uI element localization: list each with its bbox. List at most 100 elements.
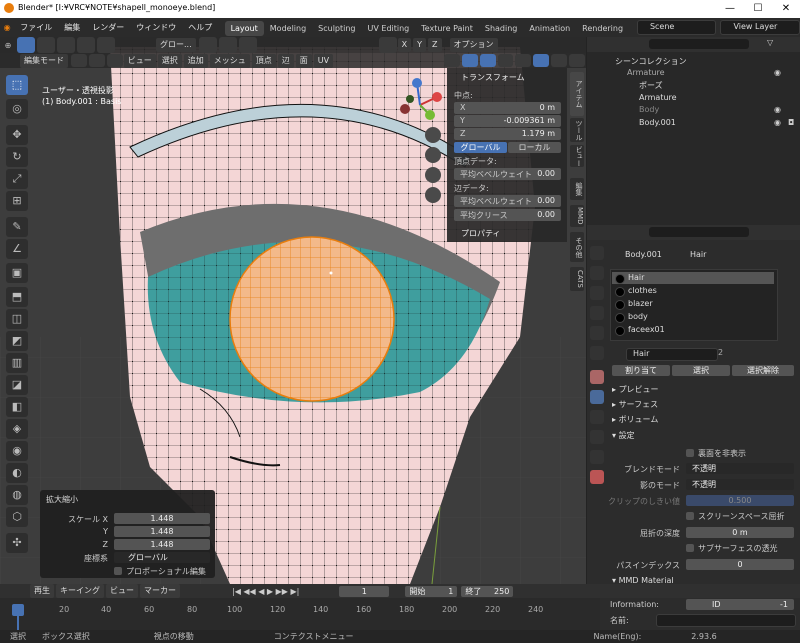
- menu-file[interactable]: ファイル: [14, 18, 58, 37]
- section-settings[interactable]: ▾ 設定: [612, 430, 635, 441]
- proportional-checkbox[interactable]: [114, 567, 122, 575]
- menu-render[interactable]: レンダー: [86, 18, 130, 37]
- outliner-item-body[interactable]: Body: [639, 105, 659, 114]
- scene-collection[interactable]: シーンコレクション: [615, 56, 687, 67]
- id-field[interactable]: ID -1: [686, 599, 794, 610]
- list-item[interactable]: blazer: [612, 298, 774, 310]
- mirror-icon[interactable]: [378, 37, 397, 53]
- poly-build-tool-icon[interactable]: ◧: [6, 397, 28, 417]
- menu-select[interactable]: 選択: [157, 53, 182, 68]
- playback-menu[interactable]: 再生: [30, 584, 54, 598]
- filter-icon[interactable]: ▽: [767, 38, 773, 47]
- scene-tab-icon[interactable]: [590, 326, 604, 340]
- edge-slide-tool-icon[interactable]: ◐: [6, 463, 28, 483]
- view-menu[interactable]: ビュー: [106, 584, 138, 598]
- loop-cut-tool-icon[interactable]: ▥: [6, 353, 28, 373]
- orientation-dropdown[interactable]: グローバル: [114, 552, 210, 563]
- perspective-icon[interactable]: [425, 187, 441, 203]
- eye-icon[interactable]: ◉: [774, 68, 781, 77]
- tab-view[interactable]: ビュー: [570, 145, 584, 167]
- vertex-bevel-field[interactable]: 平均ベベルウェイト 0.00: [454, 168, 561, 180]
- options-menu[interactable]: オプション: [449, 38, 498, 52]
- outliner-item-body001[interactable]: Body.001: [639, 118, 676, 127]
- tab-other[interactable]: その他: [570, 232, 584, 262]
- minimize-button[interactable]: —: [716, 0, 744, 18]
- extrude-tool-icon[interactable]: ⬒: [6, 287, 28, 307]
- clip-threshold-field[interactable]: 0.500: [686, 495, 794, 506]
- section-surface[interactable]: ▸ サーフェス: [612, 399, 658, 410]
- shear-tool-icon[interactable]: ⬡: [6, 507, 28, 527]
- particles-tab-icon[interactable]: [590, 410, 604, 424]
- transform-tool-icon[interactable]: ⊞: [6, 191, 28, 211]
- outliner-search[interactable]: [649, 39, 749, 49]
- transform-header[interactable]: トランスフォーム: [461, 72, 525, 83]
- select-subtract-icon[interactable]: [77, 37, 95, 53]
- local-toggle[interactable]: ローカル: [508, 142, 561, 153]
- playback-controls-icon[interactable]: |◀ ◀◀ ◀ ▶ ▶▶ ▶|: [232, 587, 299, 596]
- material-name-field[interactable]: Hair: [626, 348, 718, 361]
- inset-tool-icon[interactable]: ◫: [6, 309, 28, 329]
- properties-search[interactable]: [649, 227, 749, 237]
- tab-tool[interactable]: ツール: [570, 118, 584, 142]
- view-layer-selector[interactable]: View Layer: [720, 20, 800, 35]
- list-item[interactable]: clothes: [612, 285, 774, 297]
- pass-index-field[interactable]: 0: [686, 559, 794, 570]
- shrink-fatten-tool-icon[interactable]: ◍: [6, 485, 28, 505]
- world-tab-icon[interactable]: [590, 346, 604, 360]
- eye-icon[interactable]: ◉: [774, 118, 781, 127]
- camera-icon[interactable]: [425, 167, 441, 183]
- menu-window[interactable]: ウィンドウ: [130, 18, 182, 37]
- smooth-tool-icon[interactable]: ◉: [6, 441, 28, 461]
- axis-x-toggle[interactable]: X: [397, 38, 412, 52]
- sss-checkbox[interactable]: [686, 544, 694, 552]
- select-tool-icon[interactable]: ⬚: [6, 75, 28, 95]
- overlay-icon[interactable]: [479, 54, 496, 67]
- axis-z-toggle[interactable]: Z: [428, 38, 442, 52]
- knife-tool-icon[interactable]: ◪: [6, 375, 28, 395]
- scale-y-field[interactable]: 1.448: [114, 526, 210, 537]
- tab-texture-paint[interactable]: Texture Paint: [415, 21, 479, 36]
- outliner-item-armature-data[interactable]: Armature: [639, 93, 677, 102]
- object-tab-icon[interactable]: [590, 370, 604, 384]
- deselect-button[interactable]: 選択解除: [732, 365, 794, 376]
- menu-mesh[interactable]: メッシュ: [209, 53, 250, 68]
- material-users[interactable]: 2: [718, 348, 723, 357]
- snap-icon[interactable]: [218, 37, 237, 53]
- select-extend-icon[interactable]: [57, 37, 75, 53]
- median-y-field[interactable]: Y -0.009361 m: [454, 115, 561, 127]
- tab-mmd[interactable]: MMD: [570, 205, 584, 227]
- outliner-item-armature[interactable]: Armature: [627, 68, 665, 77]
- shadow-mode-dropdown[interactable]: 不透明: [686, 479, 794, 490]
- menu-edge[interactable]: 辺: [277, 53, 294, 68]
- render-tab-icon[interactable]: [590, 266, 604, 280]
- physics-tab-icon[interactable]: [590, 430, 604, 444]
- tab-sculpting[interactable]: Sculpting: [312, 21, 361, 36]
- annotate-tool-icon[interactable]: ✎: [6, 217, 28, 237]
- gizmo-icon[interactable]: [461, 54, 478, 67]
- maximize-button[interactable]: ☐: [744, 0, 772, 18]
- rip-tool-icon[interactable]: ✣: [6, 533, 28, 553]
- select-invert-icon[interactable]: [97, 37, 115, 53]
- tab-rendering[interactable]: Rendering: [576, 21, 629, 36]
- blender-menu-icon[interactable]: ◉: [0, 23, 14, 32]
- tab-shading[interactable]: Shading: [479, 21, 524, 36]
- menu-help[interactable]: ヘルプ: [182, 18, 218, 37]
- end-frame-field[interactable]: 終了 250: [461, 585, 514, 597]
- menu-face[interactable]: 面: [295, 53, 312, 68]
- rotate-tool-icon[interactable]: ↻: [6, 147, 28, 167]
- start-frame-field[interactable]: 開始 1: [405, 585, 458, 597]
- navigation-gizmo[interactable]: [395, 75, 445, 125]
- visibility-icon[interactable]: [443, 54, 460, 67]
- tab-cats[interactable]: CATS: [570, 267, 584, 291]
- modifier-tab-icon[interactable]: [590, 390, 604, 404]
- cursor-tool-icon[interactable]: ◎: [6, 99, 28, 119]
- tool-tab-icon[interactable]: [590, 246, 604, 260]
- face-select-icon[interactable]: [106, 54, 123, 67]
- section-volume[interactable]: ▸ ボリューム: [612, 414, 658, 425]
- ssr-checkbox[interactable]: [686, 512, 694, 520]
- list-item[interactable]: Hair: [612, 272, 774, 284]
- tab-item[interactable]: アイテム: [570, 72, 584, 116]
- edge-bevel-field[interactable]: 平均ベベルウェイト 0.00: [454, 195, 561, 207]
- playhead[interactable]: [17, 604, 19, 630]
- list-item[interactable]: body: [612, 311, 774, 323]
